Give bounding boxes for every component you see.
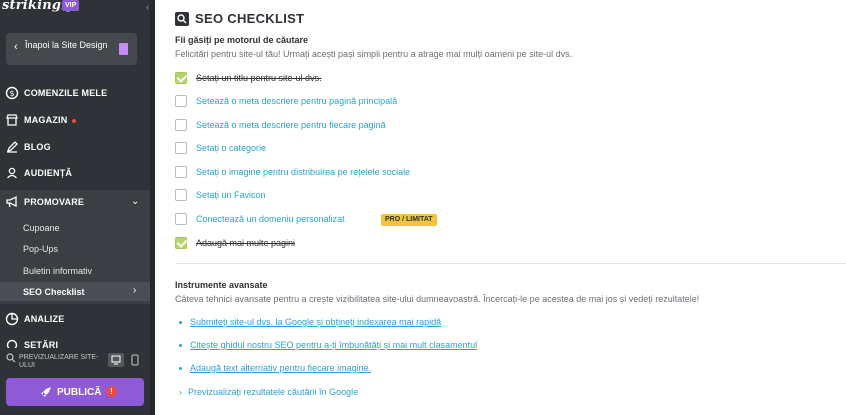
sidebar-item-blog[interactable]: BLOG <box>0 135 150 161</box>
sidebar: strikingly VIP ‹ ‹ Înapoi la Site Design… <box>0 0 155 415</box>
page-title: SEO CHECKLIST <box>195 11 305 26</box>
bullet-icon <box>179 321 182 325</box>
back-to-site-design-button[interactable]: ‹ Înapoi la Site Design <box>6 33 137 65</box>
search-section-heading: Fii găsiți pe motorul de căutare <box>175 35 309 45</box>
submenu-item-popups[interactable]: Pop-Ups <box>23 244 58 254</box>
section-divider <box>175 263 846 264</box>
bullet-icon <box>179 367 182 371</box>
checklist-item[interactable]: Setați o categorie <box>175 142 775 156</box>
svg-text:$: $ <box>9 89 14 98</box>
sidebar-item-store[interactable]: MAGAZIN <box>0 108 150 134</box>
store-icon <box>6 114 18 126</box>
checklist-item-label: Adaugă mai multe pagini <box>196 238 296 248</box>
submenu-item-coupons[interactable]: Cupoane <box>23 223 60 233</box>
publish-alert-icon: ! <box>106 386 117 397</box>
vip-badge: VIP <box>62 0 80 11</box>
promote-submenu: Cupoane Pop-Ups Buletin informativ SEO C… <box>0 216 150 304</box>
submenu-item-seo-checklist[interactable]: SEO Checklist › <box>0 282 150 301</box>
megaphone-icon <box>6 195 17 208</box>
chevron-left-icon: ‹ <box>14 41 18 53</box>
sidebar-item-label: SETĂRI <box>24 340 59 348</box>
dollar-circle-icon: $ <box>5 86 19 100</box>
advanced-section-heading: Instrumente avansate <box>175 280 268 290</box>
checklist-item-label[interactable]: Setează o meta descriere pentru fiecare … <box>196 120 386 130</box>
sidebar-item-promote[interactable]: PROMOVARE ⌄ <box>0 190 150 216</box>
checklist-item[interactable]: Setează o meta descriere pentru pagină p… <box>175 95 775 109</box>
publish-label: PUBLICĂ <box>57 387 102 398</box>
sidebar-item-label: AUDIENȚĂ <box>24 168 73 178</box>
checklist-item-label: Setați un titlu pentru site-ul dvs. <box>196 73 322 83</box>
document-icon <box>119 43 128 55</box>
chart-circle-icon <box>5 312 19 326</box>
sidebar-item-label: MAGAZIN <box>24 115 68 125</box>
advanced-link-label: Adaugă text alternativ pentru fiecare im… <box>190 363 372 373</box>
sidebar-item-audience[interactable]: AUDIENȚĂ <box>0 161 150 187</box>
sidebar-item-label: BLOG <box>24 142 51 152</box>
advanced-link-label: Citește ghidul nostru SEO pentru a-ți îm… <box>190 340 478 350</box>
notification-dot <box>72 119 76 123</box>
checklist-item[interactable]: Setează o meta descriere pentru fiecare … <box>175 119 775 133</box>
publish-button[interactable]: PUBLICĂ ! <box>6 378 144 406</box>
collapse-sidebar-icon[interactable]: ‹ <box>146 2 149 12</box>
checklist-item-label[interactable]: Conectează un domeniu personalizat <box>196 214 345 224</box>
checkbox[interactable] <box>175 142 187 154</box>
advanced-link-label: Submiteți site-ul dvs. la Google și obți… <box>190 317 442 327</box>
checklist-item-label[interactable]: Setați o categorie <box>196 143 266 153</box>
checkbox[interactable] <box>175 119 187 131</box>
desktop-icon <box>111 355 121 365</box>
submenu-item-label: SEO Checklist <box>23 287 85 297</box>
logo-bar: strikingly VIP ‹ <box>0 0 155 16</box>
seo-search-icon <box>175 12 189 26</box>
desktop-preview-button[interactable] <box>108 353 124 367</box>
sidebar-item-analytics[interactable]: ANALIZE <box>0 307 150 333</box>
checkbox[interactable] <box>175 95 187 107</box>
gear-icon <box>6 339 18 348</box>
bullet-icon <box>179 344 182 348</box>
main-content: SEO CHECKLIST Fii găsiți pe motorul de c… <box>155 0 846 415</box>
advanced-link-alt-text[interactable]: Adaugă text alternativ pentru fiecare im… <box>179 363 371 373</box>
sidebar-item-settings[interactable]: SETĂRI <box>0 333 150 348</box>
advanced-section-description: Câteva tehnici avansate pentru a crește … <box>175 294 700 304</box>
checklist-item[interactable]: Setați o imagine pentru distribuirea pe … <box>175 166 775 180</box>
chevron-right-icon: › <box>179 387 182 397</box>
checkbox-checked[interactable] <box>175 237 187 249</box>
checkbox[interactable] <box>175 189 187 201</box>
checklist-item[interactable]: Adaugă mai multe pagini <box>175 237 775 251</box>
search-section-description: Felicitări pentru site-ul tău! Urmați ac… <box>175 49 573 59</box>
sidebar-item-label: COMENZILE MELE <box>24 88 108 98</box>
chevron-down-icon: ⌄ <box>131 196 140 207</box>
google-preview-toggle[interactable]: › Previzualizați rezultatele căutării în … <box>179 387 358 397</box>
pro-limited-badge: PRO / LIMITAT <box>381 214 437 226</box>
pen-icon <box>6 141 18 153</box>
checklist-item[interactable]: Conectează un domeniu personalizat PRO /… <box>175 213 775 227</box>
checklist-item-label[interactable]: Setați o imagine pentru distribuirea pe … <box>196 167 410 177</box>
checklist-item-label[interactable]: Setați un Favicon <box>196 190 266 200</box>
mobile-preview-icon[interactable] <box>130 353 140 367</box>
google-preview-label: Previzualizați rezultatele căutării în G… <box>188 387 359 397</box>
site-preview-row: PREVIZUALIZARE SITE-ULUI <box>0 348 150 370</box>
sidebar-item-orders[interactable]: $ COMENZILE MELE <box>0 81 150 107</box>
checkbox[interactable] <box>175 166 187 178</box>
checkbox[interactable] <box>175 213 187 225</box>
checklist-item[interactable]: Setați un Favicon <box>175 189 775 203</box>
sidebar-item-label: ANALIZE <box>24 314 65 324</box>
sidebar-item-label: PROMOVARE <box>24 197 85 207</box>
advanced-link-seo-guide[interactable]: Citește ghidul nostru SEO pentru a-ți îm… <box>179 340 477 350</box>
rocket-icon <box>41 387 51 397</box>
checklist-item-label[interactable]: Setează o meta descriere pentru pagină p… <box>196 96 397 106</box>
submenu-item-newsletter[interactable]: Buletin informativ <box>23 266 92 276</box>
back-button-label: Înapoi la Site Design <box>25 40 108 50</box>
search-icon <box>6 353 16 363</box>
checklist-item[interactable]: Setați un titlu pentru site-ul dvs. <box>175 72 775 86</box>
user-icon <box>7 167 17 179</box>
checkbox-checked[interactable] <box>175 72 187 84</box>
preview-site-label: PREVIZUALIZARE SITE-ULUI <box>19 354 99 369</box>
chevron-right-icon: › <box>133 285 137 296</box>
advanced-link-submit-google[interactable]: Submiteți site-ul dvs. la Google și obți… <box>179 317 441 327</box>
